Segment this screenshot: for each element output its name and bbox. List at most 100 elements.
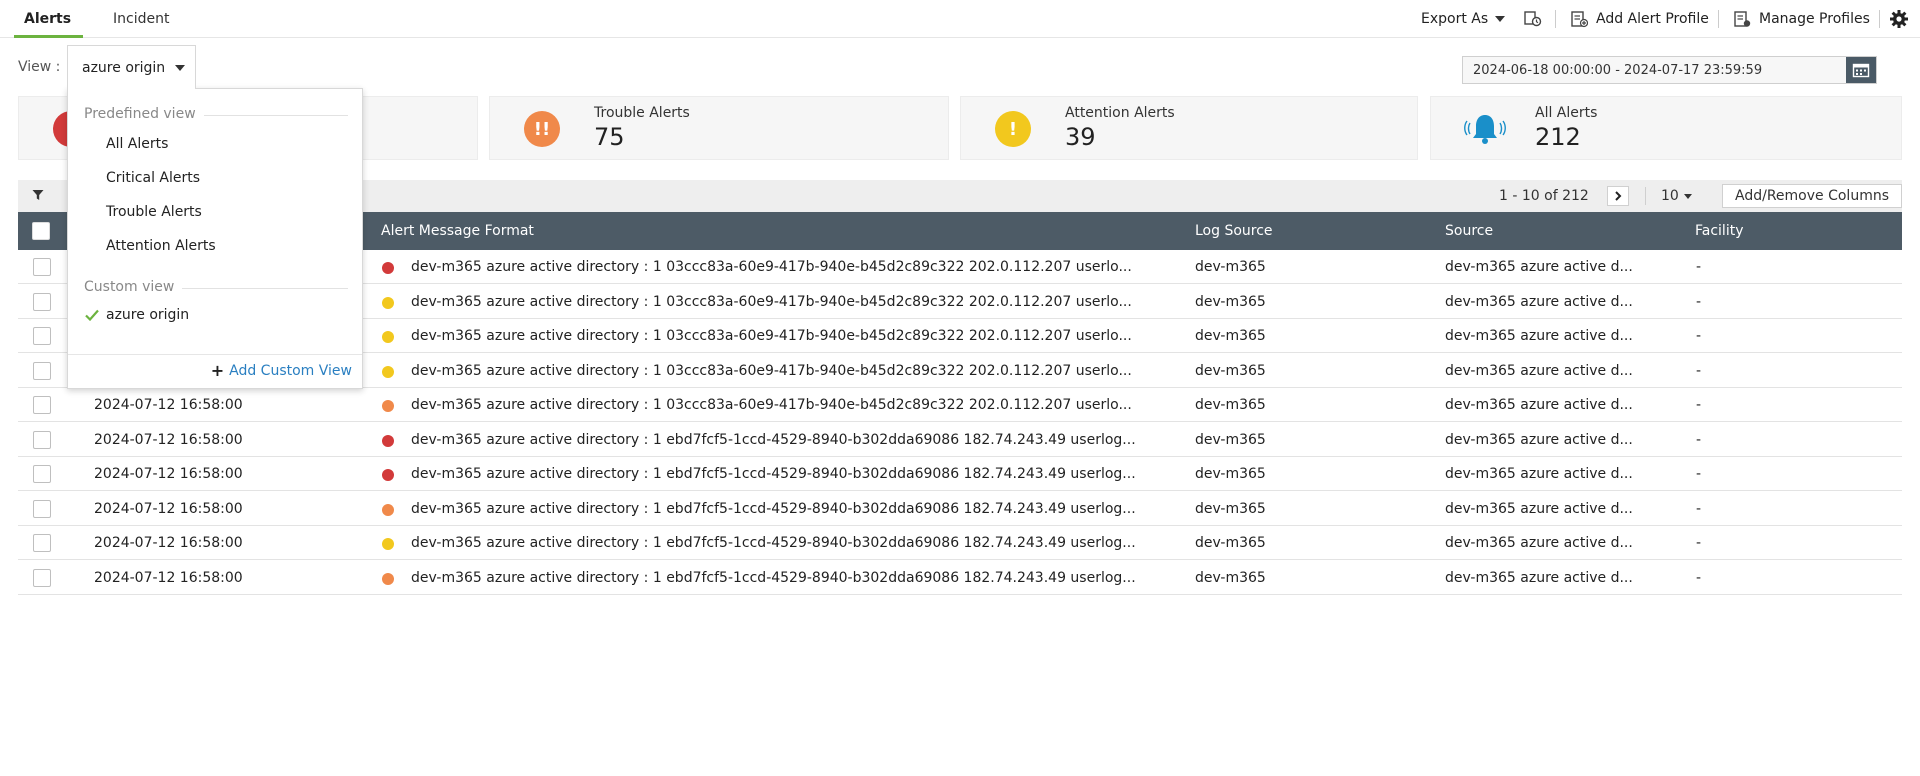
manage-profiles-label: Manage Profiles: [1759, 11, 1870, 27]
cell-time: 2024-07-12 16:58:00: [94, 397, 243, 413]
column-header-log-source[interactable]: Log Source: [1195, 212, 1273, 250]
custom-view-title: Custom view: [84, 279, 175, 295]
manage-profiles-button[interactable]: Manage Profiles: [1733, 0, 1870, 38]
predefined-view-heading: Predefined view: [84, 106, 348, 122]
cell-facility: -: [1696, 328, 1702, 344]
cell-source: dev-m365 azure active d...: [1445, 431, 1633, 448]
table-row[interactable]: 2024-07-12 16:58:00 dev-m365 azure active…: [18, 491, 1902, 526]
cell-time: 2024-07-12 16:58:00: [94, 535, 243, 551]
add-remove-columns-button[interactable]: Add/Remove Columns: [1722, 184, 1902, 208]
next-page-button[interactable]: [1607, 186, 1629, 206]
view-select[interactable]: azure origin: [67, 45, 196, 89]
table-row[interactable]: 2024-07-12 16:58:00 dev-m365 azure active…: [18, 526, 1902, 560]
cell-log-source: dev-m365: [1195, 328, 1266, 344]
filter-icon[interactable]: [32, 189, 44, 205]
cell-source: dev-m365 azure active d...: [1445, 466, 1633, 482]
top-bar: Alerts Incident Export As Add Alert Prof…: [0, 0, 1920, 38]
manage-profiles-icon: [1734, 11, 1751, 27]
card-value: 212: [1535, 123, 1581, 151]
cell-message[interactable]: dev-m365 azure active directory : 1 03cc…: [411, 388, 1132, 422]
cell-log-source: dev-m365: [1195, 500, 1266, 517]
row-checkbox[interactable]: [33, 396, 51, 414]
card-trouble[interactable]: !! Trouble Alerts 75: [489, 96, 949, 160]
cell-facility: -: [1696, 466, 1702, 482]
cell-message[interactable]: dev-m365 azure active directory : 1 ebd7…: [411, 526, 1136, 560]
table-row[interactable]: 2024-07-12 16:58:00 dev-m365 azure active…: [18, 422, 1902, 457]
row-checkbox[interactable]: [33, 534, 51, 552]
calendar-icon[interactable]: [1846, 57, 1876, 83]
date-range-field[interactable]: 2024-06-18 00:00:00 - 2024-07-17 23:59:5…: [1462, 56, 1877, 84]
menu-item-all-alerts[interactable]: All Alerts: [106, 136, 168, 152]
page-size-select[interactable]: 10: [1661, 188, 1692, 204]
cell-facility: -: [1696, 569, 1702, 586]
row-checkbox[interactable]: [33, 499, 51, 518]
cell-facility: -: [1696, 535, 1702, 551]
column-header-source[interactable]: Source: [1445, 212, 1493, 250]
pager-range: 1 - 10 of 212: [1499, 188, 1589, 204]
menu-item-azure-origin[interactable]: azure origin: [106, 307, 189, 323]
menu-item-attention-alerts[interactable]: Attention Alerts: [106, 238, 216, 254]
cell-log-source: dev-m365: [1195, 259, 1266, 275]
add-custom-view-link[interactable]: + Add Custom View: [211, 361, 352, 380]
severity-dot-icon: [382, 365, 394, 378]
cell-message[interactable]: dev-m365 azure active directory : 1 ebd7…: [411, 457, 1136, 491]
divider: [182, 288, 348, 289]
chevron-down-icon: [1495, 16, 1506, 22]
view-selected-value: azure origin: [82, 59, 166, 76]
menu-item-critical-alerts[interactable]: Critical Alerts: [106, 170, 200, 186]
cell-message[interactable]: dev-m365 azure active directory : 1 ebd7…: [411, 423, 1136, 457]
chevron-right-icon: [1615, 191, 1622, 201]
view-label: View :: [18, 59, 61, 75]
row-checkbox[interactable]: [33, 430, 51, 449]
column-header-message[interactable]: Alert Message Format: [381, 212, 534, 250]
severity-dot-icon: [382, 572, 394, 585]
add-alert-profile-button[interactable]: Add Alert Profile: [1570, 0, 1709, 38]
export-as-button[interactable]: Export As: [1421, 0, 1506, 38]
tab-incident[interactable]: Incident: [113, 0, 169, 38]
cell-time: 2024-07-12 16:58:00: [94, 569, 243, 586]
cell-message[interactable]: dev-m365 azure active directory : 1 ebd7…: [411, 492, 1136, 526]
cell-source: dev-m365 azure active d...: [1445, 293, 1633, 310]
bell-icon: [1463, 111, 1507, 147]
predefined-view-title: Predefined view: [84, 106, 196, 122]
cell-time: 2024-07-12 16:58:00: [94, 466, 243, 482]
cell-time: 2024-07-12 16:58:00: [94, 431, 243, 448]
tab-alerts[interactable]: Alerts: [13, 0, 84, 38]
table-row[interactable]: 2024-07-12 16:58:00 dev-m365 azure active…: [18, 388, 1902, 422]
row-checkbox[interactable]: [33, 361, 51, 380]
schedule-report-icon[interactable]: [1524, 0, 1542, 38]
cell-source: dev-m365 azure active d...: [1445, 500, 1633, 517]
cell-log-source: dev-m365: [1195, 293, 1266, 310]
severity-dot-icon: [382, 469, 394, 481]
cell-facility: -: [1696, 362, 1702, 379]
severity-dot-icon: [382, 331, 394, 343]
add-profile-icon: [1571, 11, 1588, 28]
row-checkbox[interactable]: [33, 327, 51, 345]
cell-message[interactable]: dev-m365 azure active directory : 1 03cc…: [411, 285, 1132, 319]
card-all[interactable]: All Alerts 212: [1430, 96, 1902, 160]
chevron-down-icon: [1683, 193, 1692, 199]
column-header-facility[interactable]: Facility: [1695, 212, 1744, 250]
custom-view-heading: Custom view: [84, 279, 348, 295]
cell-message[interactable]: dev-m365 azure active directory : 1 03cc…: [411, 319, 1132, 353]
checkmark-icon: [85, 309, 99, 325]
row-checkbox[interactable]: [33, 258, 51, 276]
cell-message[interactable]: dev-m365 azure active directory : 1 03cc…: [411, 250, 1132, 284]
menu-item-trouble-alerts[interactable]: Trouble Alerts: [106, 204, 202, 220]
gear-icon[interactable]: [1889, 0, 1909, 38]
cell-message[interactable]: dev-m365 azure active directory : 1 ebd7…: [411, 561, 1136, 595]
cell-message[interactable]: dev-m365 azure active directory : 1 03cc…: [411, 354, 1132, 388]
row-checkbox[interactable]: [33, 568, 51, 587]
export-as-label: Export As: [1421, 11, 1489, 27]
row-checkbox[interactable]: [33, 292, 51, 311]
card-attention[interactable]: ! Attention Alerts 39: [960, 96, 1418, 160]
table-row[interactable]: 2024-07-12 16:58:00 dev-m365 azure active…: [18, 457, 1902, 491]
table-row[interactable]: 2024-07-12 16:58:00 dev-m365 azure active…: [18, 560, 1902, 595]
severity-dot-icon: [382, 262, 394, 274]
plus-icon: +: [210, 361, 225, 380]
cell-source: dev-m365 azure active d...: [1445, 362, 1633, 379]
select-all-checkbox[interactable]: [32, 222, 50, 240]
cell-log-source: dev-m365: [1195, 397, 1266, 413]
row-checkbox[interactable]: [33, 465, 51, 483]
cell-log-source: dev-m365: [1195, 431, 1266, 448]
